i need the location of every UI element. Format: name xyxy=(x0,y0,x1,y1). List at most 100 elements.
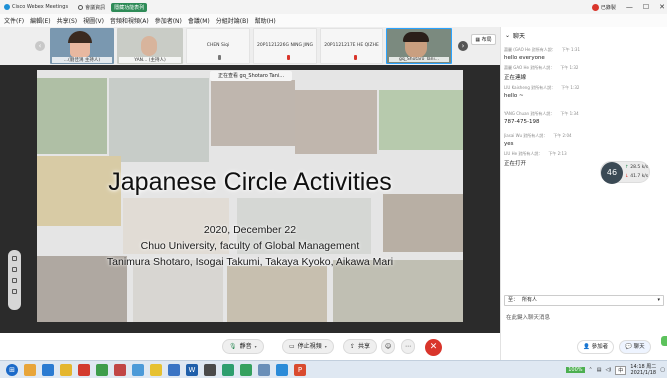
menu-edit[interactable]: 編輯(E) xyxy=(30,16,50,25)
video-tile[interactable]: YAN... (主持人) xyxy=(117,28,183,64)
video-tile-active-speaker[interactable]: gq_Shotaro Tani... xyxy=(386,28,452,64)
upload-speed: ↑ 28.5 k/s xyxy=(625,165,649,170)
pen-icon[interactable] xyxy=(12,267,17,272)
window-controls: 已錄製 — ☐ ✕ xyxy=(591,0,665,14)
message-text: 787-475-198 xyxy=(504,119,540,125)
menu-audio-video[interactable]: 音頻和視頻(A) xyxy=(110,16,149,25)
smiley-icon: ☺ xyxy=(385,343,392,350)
taskbar-app-icon[interactable] xyxy=(60,363,72,376)
volume-icon[interactable]: ◁) xyxy=(605,367,611,373)
minimize-button[interactable]: — xyxy=(626,3,633,11)
side-tab[interactable] xyxy=(661,336,667,346)
clock[interactable]: 14:18 周二 2021/1/18 xyxy=(630,364,656,376)
system-tray: 100% ⌃ ▤ ◁) 中 14:18 周二 2021/1/18 ▢ xyxy=(566,361,665,378)
chat-panel: ⌄ 聊天 蕭麗 (GAO He 對所有人說： 下午 1:31 hello ever… xyxy=(500,27,667,360)
mute-button[interactable]: 🎙 靜音 ▾ xyxy=(222,339,264,354)
share-button[interactable]: ⇪ 共享 xyxy=(343,339,378,354)
slide-date: 2020, December 22 xyxy=(203,224,297,236)
chat-messages: 蕭麗 (GAO He 對所有人說： 下午 1:31 hello everyone … xyxy=(504,43,664,167)
zoom-in-icon[interactable] xyxy=(12,278,17,283)
taskbar-app-icon[interactable] xyxy=(24,363,36,376)
participant-hair xyxy=(68,31,92,43)
chat-input[interactable]: 在此鍵入聊天消息 xyxy=(504,311,664,325)
participant-name: ...(劉佳鴻 主持人) xyxy=(52,57,112,63)
layout-button[interactable]: ▦ 布局 xyxy=(471,34,496,45)
menu-file[interactable]: 文件(F) xyxy=(4,16,24,25)
slide-authors: Tanimura Shotaro, Isogai Takumi, Takaya … xyxy=(106,256,394,268)
mic-icon xyxy=(218,55,221,60)
message-time: 下午 1:31 xyxy=(561,47,581,52)
chat-title: 聊天 xyxy=(513,32,526,40)
close-button[interactable]: ✕ xyxy=(659,3,665,11)
hide-menubar-button[interactable]: 隱藏功能表列 xyxy=(111,2,148,12)
taskbar-app-icon[interactable]: P xyxy=(294,363,306,376)
taskbar-app-icon[interactable] xyxy=(42,363,54,376)
recipient-label: 至： xyxy=(508,297,519,303)
message-time: 下午 2:13 xyxy=(548,151,567,156)
message-sender: YANG Chuan 對所有人說： xyxy=(504,111,555,116)
stop-video-button[interactable]: ▭ 停止視頻 ▾ xyxy=(282,339,334,354)
message-time: 下午 1:32 xyxy=(560,65,579,70)
taskbar-app-icon[interactable] xyxy=(204,363,216,376)
webex-window: Cisco Webex Meetings 會議資訊 隱藏功能表列 已錄製 — ☐… xyxy=(0,0,667,378)
taskbar-app-icon[interactable] xyxy=(168,363,180,376)
strip-prev-button[interactable]: ‹ xyxy=(35,41,45,51)
ime-indicator[interactable]: 中 xyxy=(615,365,627,375)
video-tile[interactable]: 20P1121217E HE QIZHE xyxy=(320,28,383,64)
chat-message: LIU Kaisheng 對所有人說： 下午 1:32 hello ~ xyxy=(504,85,664,99)
menu-meeting[interactable]: 會議(M) xyxy=(188,16,210,25)
pointer-icon[interactable] xyxy=(12,256,17,261)
menu-participants[interactable]: 參加者(N) xyxy=(155,16,182,25)
notification-icon[interactable]: ▢ xyxy=(660,367,665,373)
participants-panel-button[interactable]: 👤 參加者 xyxy=(577,340,615,354)
message-sender: 蕭麗 (GAO He 對所有人說： xyxy=(504,47,556,52)
collapse-chevron-icon[interactable]: ⌄ xyxy=(505,32,510,39)
taskbar: ⊞ W P 100% ⌃ ▤ ◁) 中 14:18 周二 2021/1/18 ▢ xyxy=(0,360,667,378)
video-tile[interactable]: ...(劉佳鴻 主持人) xyxy=(50,28,114,64)
reactions-button[interactable]: ☺ xyxy=(381,339,396,354)
start-button[interactable]: ⊞ xyxy=(6,363,18,376)
recipient-select[interactable]: 至： 所有人 ▾ xyxy=(504,295,664,306)
strip-next-button[interactable]: › xyxy=(458,41,468,51)
recording-indicator: 已錄製 xyxy=(591,3,616,11)
message-text: 正在連線 xyxy=(504,75,527,81)
taskbar-app-icon[interactable] xyxy=(240,363,252,376)
video-tile[interactable]: 20P1121226G NING JING xyxy=(253,28,317,64)
taskbar-app-icon[interactable] xyxy=(96,363,108,376)
end-meeting-button[interactable]: ✕ xyxy=(425,339,442,356)
meeting-info-button[interactable]: 會議資訊 xyxy=(78,4,105,11)
video-tile[interactable]: CHEN Siqi xyxy=(186,28,250,64)
menu-view[interactable]: 視圖(V) xyxy=(83,16,104,25)
taskbar-app-icon[interactable]: W xyxy=(186,363,198,376)
tray-chevron-icon[interactable]: ⌃ xyxy=(589,367,593,373)
chat-message: 蕭麗 (GAO He 對所有人說： 下午 1:31 hello everyone xyxy=(504,47,664,61)
app-title: Cisco Webex Meetings xyxy=(4,4,68,10)
participant-name: YAN... (主持人) xyxy=(119,57,181,63)
maximize-button[interactable]: ☐ xyxy=(643,3,649,11)
taskbar-app-icon[interactable] xyxy=(132,363,144,376)
more-options-button[interactable]: ⋯ xyxy=(401,339,415,354)
network-icon[interactable]: ▤ xyxy=(597,367,602,373)
message-time: 下午 1:34 xyxy=(560,111,579,116)
taskbar-app-icon[interactable] xyxy=(78,363,90,376)
menu-share[interactable]: 共享(S) xyxy=(57,16,78,25)
menu-help[interactable]: 幫助(H) xyxy=(255,16,276,25)
microphone-icon: 🎙 xyxy=(229,343,237,350)
zoom-out-icon[interactable] xyxy=(12,289,17,294)
network-speed-widget: 46 ↑ 28.5 k/s ↓ 41.7 k/s xyxy=(600,161,650,184)
camera-icon: ▭ xyxy=(289,343,295,350)
clock-date: 2021/1/18 xyxy=(630,370,657,376)
taskbar-app-icon[interactable] xyxy=(150,363,162,376)
mic-muted-icon xyxy=(287,55,291,60)
taskbar-app-icon[interactable] xyxy=(222,363,234,376)
participant-name: CHEN Siqi xyxy=(206,43,230,48)
message-sender: Jiasai Wu 對所有人說： xyxy=(504,133,548,138)
taskbar-app-icon[interactable] xyxy=(276,363,288,376)
menu-breakout[interactable]: 分組討論(B) xyxy=(216,16,249,25)
taskbar-app-icon[interactable] xyxy=(114,363,126,376)
battery-indicator: 100% xyxy=(566,367,585,373)
taskbar-app-icon[interactable] xyxy=(258,363,270,376)
shared-content-stage: Japanese Circle Activities 2020, Decembe… xyxy=(0,65,500,333)
chat-panel-button[interactable]: 💬 聊天 xyxy=(619,340,651,354)
video-strip: ‹ ...(劉佳鴻 主持人) YAN... (主持人) CHEN Siqi 20… xyxy=(0,27,500,65)
